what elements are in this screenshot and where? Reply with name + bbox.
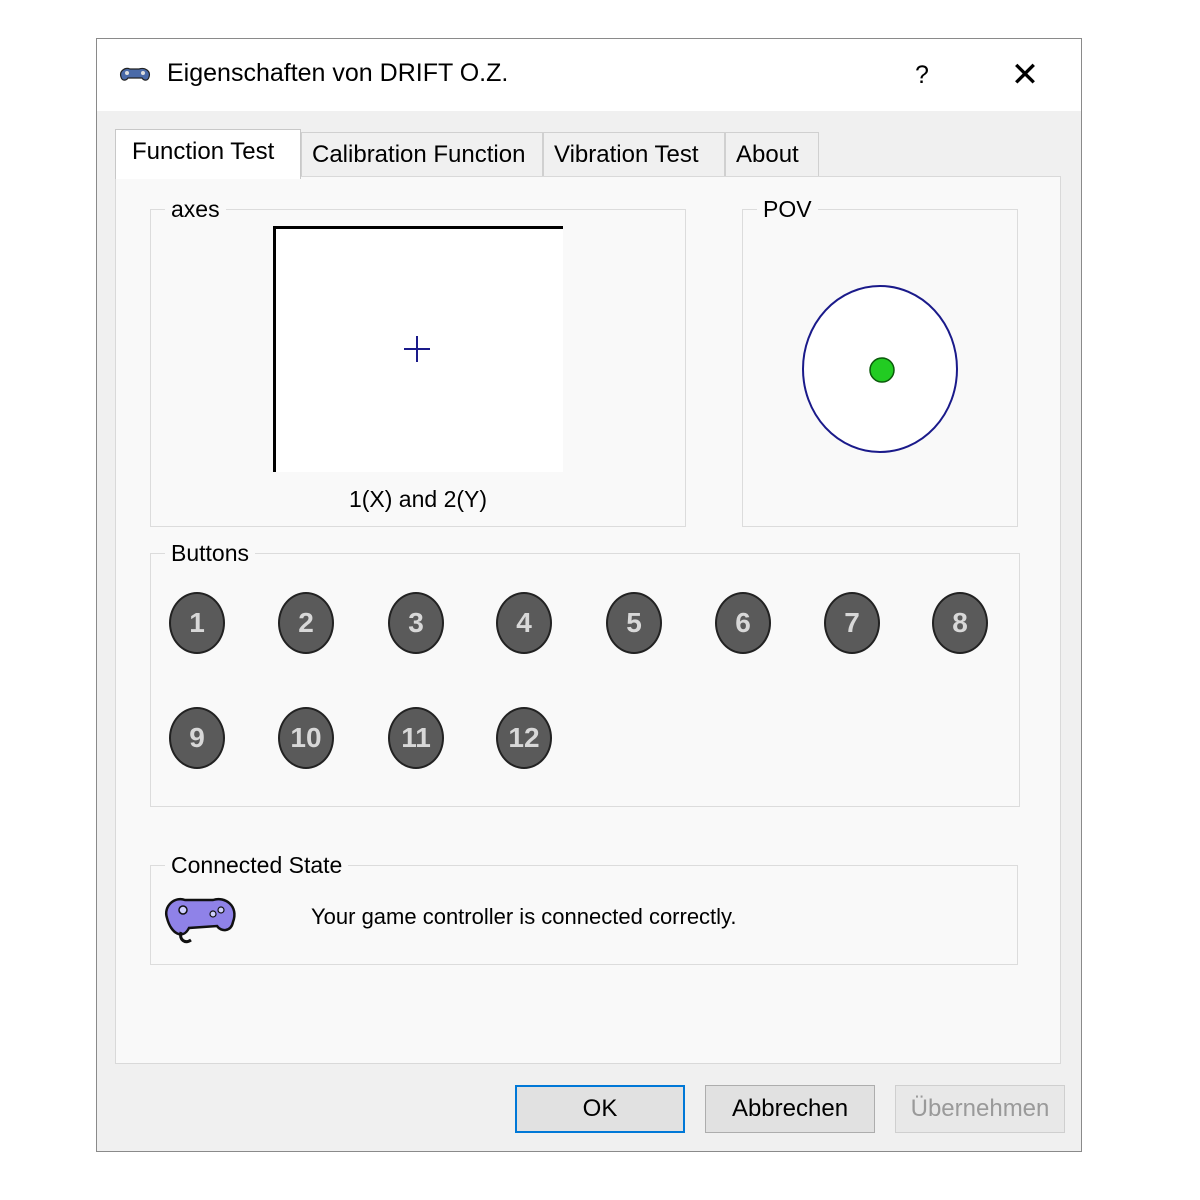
button-indicator-1: 1 bbox=[169, 592, 225, 654]
tab-label: Vibration Test bbox=[554, 141, 699, 168]
cancel-button[interactable]: Abbrechen bbox=[705, 1085, 875, 1133]
button-indicator-9: 9 bbox=[169, 707, 225, 769]
help-button[interactable]: ? bbox=[902, 55, 942, 95]
button-indicator-2: 2 bbox=[278, 592, 334, 654]
button-indicator-4: 4 bbox=[496, 592, 552, 654]
properties-dialog: Eigenschaften von DRIFT O.Z. ? ✕ Functio… bbox=[96, 38, 1082, 1152]
pov-indicator bbox=[869, 357, 895, 383]
connection-status-text: Your game controller is connected correc… bbox=[311, 904, 737, 929]
button-indicator-5: 5 bbox=[606, 592, 662, 654]
window-title: Eigenschaften von DRIFT O.Z. bbox=[167, 59, 509, 87]
function-test-panel: axes 1(X) and 2(Y) POV Buttons 1 2 3 4 5… bbox=[115, 176, 1061, 1064]
buttons-group: Buttons 1 2 3 4 5 6 7 8 9 10 11 12 bbox=[150, 539, 1020, 807]
apply-button[interactable]: Übernehmen bbox=[895, 1085, 1065, 1133]
tab-calibration-function[interactable]: Calibration Function bbox=[301, 132, 543, 176]
game-controller-icon bbox=[120, 67, 150, 81]
close-button[interactable]: ✕ bbox=[1002, 53, 1048, 97]
button-indicator-7: 7 bbox=[824, 592, 880, 654]
tab-function-test[interactable]: Function Test bbox=[115, 129, 301, 179]
tab-vibration-test[interactable]: Vibration Test bbox=[543, 132, 725, 176]
tab-label: Function Test bbox=[132, 138, 275, 165]
button-indicator-8: 8 bbox=[932, 592, 988, 654]
buttons-group-label: Buttons bbox=[165, 539, 255, 567]
tab-label: Calibration Function bbox=[312, 141, 526, 168]
tab-label: About bbox=[736, 141, 799, 168]
connected-state-group: Connected State Your game controller is … bbox=[150, 851, 1018, 965]
axes-group-label: axes bbox=[165, 195, 226, 223]
pov-display bbox=[802, 285, 958, 453]
game-controller-icon bbox=[164, 897, 236, 944]
button-indicator-3: 3 bbox=[388, 592, 444, 654]
connected-state-group-label: Connected State bbox=[165, 851, 349, 879]
axes-group: axes 1(X) and 2(Y) bbox=[150, 195, 686, 527]
pov-group: POV bbox=[742, 195, 1018, 527]
crosshair-icon bbox=[404, 336, 430, 362]
title-bar: Eigenschaften von DRIFT O.Z. ? ✕ bbox=[97, 39, 1081, 111]
axes-caption: 1(X) and 2(Y) bbox=[348, 486, 488, 512]
button-indicator-6: 6 bbox=[715, 592, 771, 654]
axes-display bbox=[273, 226, 563, 472]
ok-button[interactable]: OK bbox=[515, 1085, 685, 1133]
button-indicator-12: 12 bbox=[496, 707, 552, 769]
button-indicator-10: 10 bbox=[278, 707, 334, 769]
tab-about[interactable]: About bbox=[725, 132, 819, 176]
button-indicator-11: 11 bbox=[388, 707, 444, 769]
